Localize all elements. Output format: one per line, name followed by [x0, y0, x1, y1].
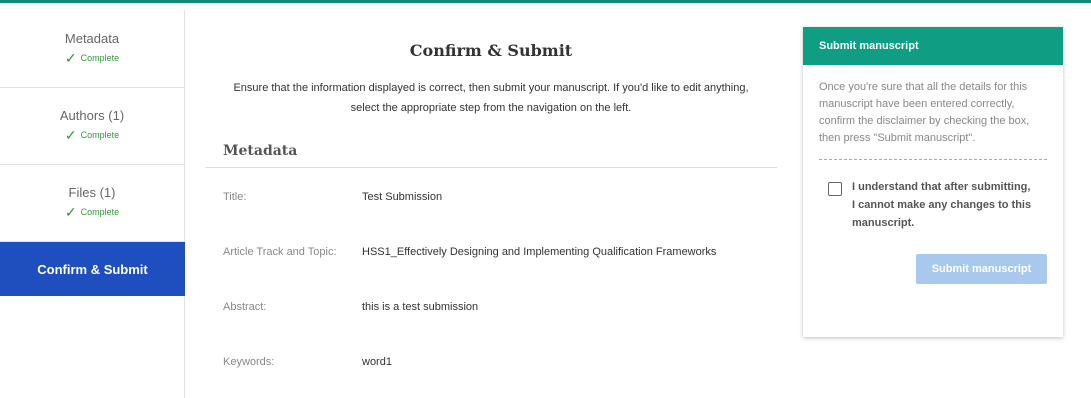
step-label: Metadata [64, 31, 120, 46]
field-value: HSS1_Effectively Designing and Implement… [362, 246, 717, 258]
field-label: Title: [223, 191, 247, 203]
step-confirm-submit[interactable]: Confirm & Submit [0, 242, 185, 296]
step-label: Files (1) [68, 185, 116, 200]
step-status-complete: ✓ Complete [65, 128, 119, 142]
field-label: Keywords: [223, 356, 275, 368]
section-title-metadata: Metadata [205, 143, 777, 168]
field-value: word1 [362, 356, 392, 368]
step-label: Confirm & Submit [37, 262, 148, 277]
main-content: Confirm & Submit Ensure that the informa… [205, 10, 777, 398]
field-row-article-track: Article Track and Topic: HSS1_Effectivel… [205, 246, 777, 301]
step-metadata[interactable]: Metadata ✓ Complete [0, 10, 184, 88]
step-files[interactable]: Files (1) ✓ Complete [0, 165, 184, 242]
field-label: Article Track and Topic: [223, 246, 337, 258]
step-navigation: Metadata ✓ Complete Authors (1) ✓ Comple… [0, 10, 185, 398]
field-value: Test Submission [362, 191, 443, 203]
field-value: this is a test submission [362, 301, 479, 313]
checkmark-icon: ✓ [64, 50, 77, 66]
field-row-keywords: Keywords: word1 [205, 356, 777, 398]
checkmark-icon: ✓ [64, 127, 77, 143]
disclaimer-checkbox[interactable] [828, 182, 842, 196]
step-authors[interactable]: Authors (1) ✓ Complete [0, 88, 184, 165]
submit-manuscript-button[interactable]: Submit manuscript [916, 254, 1047, 284]
status-text: Complete [80, 53, 120, 63]
field-row-abstract: Abstract: this is a test submission [205, 301, 777, 356]
top-accent-bar [0, 0, 1091, 3]
disclaimer-label: I understand that after submitting, I ca… [852, 181, 1032, 229]
submit-panel: Submit manuscript Once you're sure that … [803, 27, 1063, 337]
status-text: Complete [80, 130, 120, 140]
panel-instructions: Once you're sure that all the details fo… [819, 79, 1047, 160]
panel-body: Once you're sure that all the details fo… [803, 65, 1063, 284]
checkmark-icon: ✓ [64, 204, 77, 220]
step-label: Authors (1) [59, 108, 125, 123]
disclaimer-confirm[interactable]: I understand that after submitting, I ca… [819, 178, 1047, 232]
panel-header: Submit manuscript [803, 27, 1063, 65]
step-status-complete: ✓ Complete [65, 51, 119, 65]
step-status-complete: ✓ Complete [65, 205, 119, 219]
status-text: Complete [80, 207, 120, 217]
intro-text: Ensure that the information displayed is… [233, 82, 749, 114]
field-label: Abstract: [223, 301, 267, 313]
page-title: Confirm & Submit [409, 41, 573, 60]
field-row-title: Title: Test Submission [205, 191, 777, 246]
